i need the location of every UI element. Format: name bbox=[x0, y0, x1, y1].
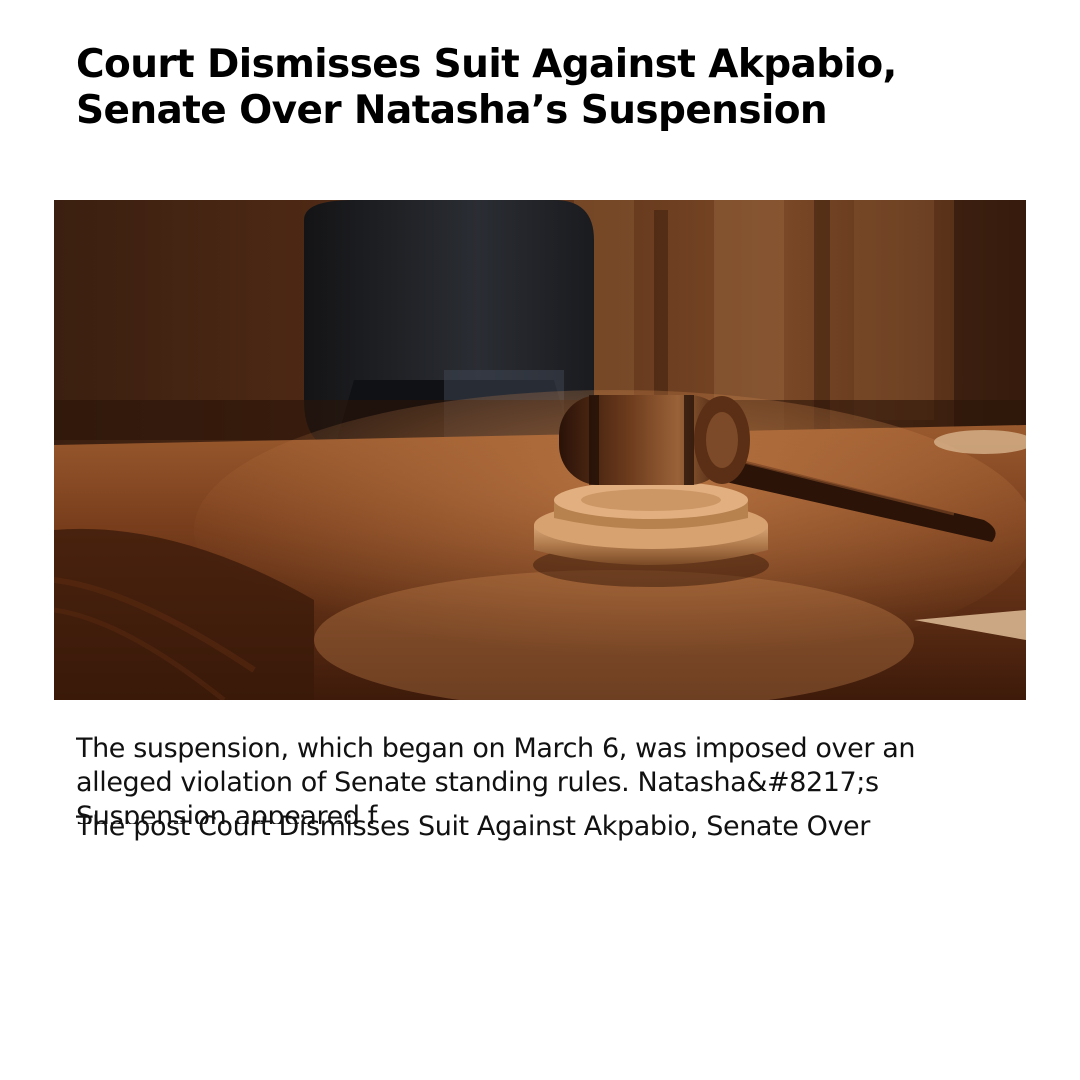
article-headline: Court Dismisses Suit Against Akpabio, Se… bbox=[76, 42, 976, 134]
gavel-photo-illustration bbox=[54, 200, 1026, 700]
headline-line-1: Court Dismisses Suit Against Akpabio, bbox=[76, 42, 897, 87]
headline-line-2: Senate Over Natasha’s Suspension bbox=[76, 88, 828, 133]
post-source-line[interactable]: The post Court Dismisses Suit Against Ak… bbox=[76, 808, 996, 848]
hero-image bbox=[54, 200, 1026, 700]
